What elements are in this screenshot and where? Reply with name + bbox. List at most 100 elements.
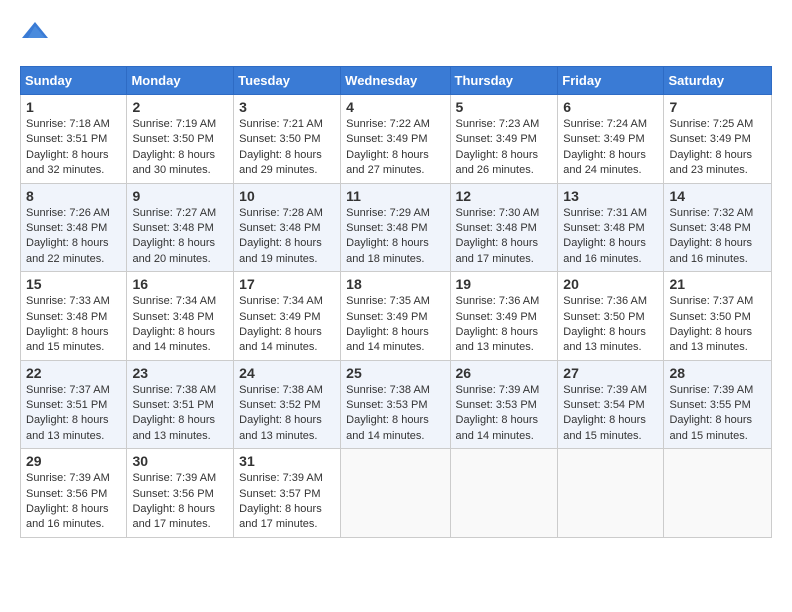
day-info: Sunrise: 7:38 AM Sunset: 3:51 PM Dayligh…	[132, 383, 228, 445]
day-cell: 2 Sunrise: 7:19 AM Sunset: 3:50 PM Dayli…	[127, 95, 234, 184]
day-cell: 12 Sunrise: 7:30 AM Sunset: 3:48 PM Dayl…	[450, 183, 558, 272]
logo-icon	[20, 20, 50, 50]
day-number: 1	[26, 99, 121, 115]
day-info: Sunrise: 7:26 AM Sunset: 3:48 PM Dayligh…	[26, 206, 121, 268]
day-number: 5	[456, 99, 553, 115]
day-number: 10	[239, 188, 335, 204]
day-number: 21	[669, 276, 766, 292]
day-cell: 16 Sunrise: 7:34 AM Sunset: 3:48 PM Dayl…	[127, 272, 234, 361]
day-info: Sunrise: 7:25 AM Sunset: 3:49 PM Dayligh…	[669, 117, 766, 179]
day-number: 19	[456, 276, 553, 292]
day-info: Sunrise: 7:28 AM Sunset: 3:48 PM Dayligh…	[239, 206, 335, 268]
day-info: Sunrise: 7:38 AM Sunset: 3:53 PM Dayligh…	[346, 383, 444, 445]
day-cell: 24 Sunrise: 7:38 AM Sunset: 3:52 PM Dayl…	[234, 360, 341, 449]
week-row-2: 8 Sunrise: 7:26 AM Sunset: 3:48 PM Dayli…	[21, 183, 772, 272]
day-number: 28	[669, 365, 766, 381]
day-cell: 29 Sunrise: 7:39 AM Sunset: 3:56 PM Dayl…	[21, 449, 127, 538]
day-cell: 27 Sunrise: 7:39 AM Sunset: 3:54 PM Dayl…	[558, 360, 664, 449]
day-cell: 22 Sunrise: 7:37 AM Sunset: 3:51 PM Dayl…	[21, 360, 127, 449]
day-header-friday: Friday	[558, 67, 664, 95]
day-cell: 18 Sunrise: 7:35 AM Sunset: 3:49 PM Dayl…	[341, 272, 450, 361]
day-cell	[450, 449, 558, 538]
day-info: Sunrise: 7:39 AM Sunset: 3:56 PM Dayligh…	[26, 471, 121, 533]
day-cell: 19 Sunrise: 7:36 AM Sunset: 3:49 PM Dayl…	[450, 272, 558, 361]
week-row-3: 15 Sunrise: 7:33 AM Sunset: 3:48 PM Dayl…	[21, 272, 772, 361]
day-info: Sunrise: 7:34 AM Sunset: 3:49 PM Dayligh…	[239, 294, 335, 356]
day-cell: 10 Sunrise: 7:28 AM Sunset: 3:48 PM Dayl…	[234, 183, 341, 272]
page-header	[20, 20, 772, 50]
day-number: 27	[563, 365, 658, 381]
day-cell: 15 Sunrise: 7:33 AM Sunset: 3:48 PM Dayl…	[21, 272, 127, 361]
day-header-tuesday: Tuesday	[234, 67, 341, 95]
day-cell: 28 Sunrise: 7:39 AM Sunset: 3:55 PM Dayl…	[664, 360, 772, 449]
day-cell: 11 Sunrise: 7:29 AM Sunset: 3:48 PM Dayl…	[341, 183, 450, 272]
day-cell: 13 Sunrise: 7:31 AM Sunset: 3:48 PM Dayl…	[558, 183, 664, 272]
day-info: Sunrise: 7:39 AM Sunset: 3:57 PM Dayligh…	[239, 471, 335, 533]
day-cell: 30 Sunrise: 7:39 AM Sunset: 3:56 PM Dayl…	[127, 449, 234, 538]
day-number: 2	[132, 99, 228, 115]
day-cell: 7 Sunrise: 7:25 AM Sunset: 3:49 PM Dayli…	[664, 95, 772, 184]
day-info: Sunrise: 7:19 AM Sunset: 3:50 PM Dayligh…	[132, 117, 228, 179]
day-info: Sunrise: 7:37 AM Sunset: 3:50 PM Dayligh…	[669, 294, 766, 356]
day-cell: 25 Sunrise: 7:38 AM Sunset: 3:53 PM Dayl…	[341, 360, 450, 449]
day-info: Sunrise: 7:33 AM Sunset: 3:48 PM Dayligh…	[26, 294, 121, 356]
day-info: Sunrise: 7:32 AM Sunset: 3:48 PM Dayligh…	[669, 206, 766, 268]
days-header-row: SundayMondayTuesdayWednesdayThursdayFrid…	[21, 67, 772, 95]
day-cell: 3 Sunrise: 7:21 AM Sunset: 3:50 PM Dayli…	[234, 95, 341, 184]
day-number: 13	[563, 188, 658, 204]
day-number: 14	[669, 188, 766, 204]
day-header-saturday: Saturday	[664, 67, 772, 95]
week-row-4: 22 Sunrise: 7:37 AM Sunset: 3:51 PM Dayl…	[21, 360, 772, 449]
calendar-body: 1 Sunrise: 7:18 AM Sunset: 3:51 PM Dayli…	[21, 95, 772, 538]
day-cell	[341, 449, 450, 538]
day-info: Sunrise: 7:30 AM Sunset: 3:48 PM Dayligh…	[456, 206, 553, 268]
day-info: Sunrise: 7:34 AM Sunset: 3:48 PM Dayligh…	[132, 294, 228, 356]
day-info: Sunrise: 7:18 AM Sunset: 3:51 PM Dayligh…	[26, 117, 121, 179]
day-cell: 20 Sunrise: 7:36 AM Sunset: 3:50 PM Dayl…	[558, 272, 664, 361]
day-header-sunday: Sunday	[21, 67, 127, 95]
day-cell: 5 Sunrise: 7:23 AM Sunset: 3:49 PM Dayli…	[450, 95, 558, 184]
day-info: Sunrise: 7:38 AM Sunset: 3:52 PM Dayligh…	[239, 383, 335, 445]
day-cell: 6 Sunrise: 7:24 AM Sunset: 3:49 PM Dayli…	[558, 95, 664, 184]
day-cell	[664, 449, 772, 538]
day-info: Sunrise: 7:39 AM Sunset: 3:55 PM Dayligh…	[669, 383, 766, 445]
day-number: 16	[132, 276, 228, 292]
day-number: 25	[346, 365, 444, 381]
day-number: 29	[26, 453, 121, 469]
day-info: Sunrise: 7:31 AM Sunset: 3:48 PM Dayligh…	[563, 206, 658, 268]
day-cell: 21 Sunrise: 7:37 AM Sunset: 3:50 PM Dayl…	[664, 272, 772, 361]
day-number: 24	[239, 365, 335, 381]
day-cell: 1 Sunrise: 7:18 AM Sunset: 3:51 PM Dayli…	[21, 95, 127, 184]
day-number: 4	[346, 99, 444, 115]
day-info: Sunrise: 7:22 AM Sunset: 3:49 PM Dayligh…	[346, 117, 444, 179]
day-info: Sunrise: 7:23 AM Sunset: 3:49 PM Dayligh…	[456, 117, 553, 179]
day-number: 30	[132, 453, 228, 469]
day-info: Sunrise: 7:35 AM Sunset: 3:49 PM Dayligh…	[346, 294, 444, 356]
day-number: 31	[239, 453, 335, 469]
day-header-monday: Monday	[127, 67, 234, 95]
day-number: 23	[132, 365, 228, 381]
day-cell: 26 Sunrise: 7:39 AM Sunset: 3:53 PM Dayl…	[450, 360, 558, 449]
day-info: Sunrise: 7:21 AM Sunset: 3:50 PM Dayligh…	[239, 117, 335, 179]
day-info: Sunrise: 7:27 AM Sunset: 3:48 PM Dayligh…	[132, 206, 228, 268]
week-row-5: 29 Sunrise: 7:39 AM Sunset: 3:56 PM Dayl…	[21, 449, 772, 538]
day-info: Sunrise: 7:29 AM Sunset: 3:48 PM Dayligh…	[346, 206, 444, 268]
day-header-wednesday: Wednesday	[341, 67, 450, 95]
day-number: 17	[239, 276, 335, 292]
day-cell: 9 Sunrise: 7:27 AM Sunset: 3:48 PM Dayli…	[127, 183, 234, 272]
day-number: 22	[26, 365, 121, 381]
day-number: 18	[346, 276, 444, 292]
day-number: 8	[26, 188, 121, 204]
day-info: Sunrise: 7:39 AM Sunset: 3:54 PM Dayligh…	[563, 383, 658, 445]
logo	[20, 20, 56, 50]
calendar-table: SundayMondayTuesdayWednesdayThursdayFrid…	[20, 66, 772, 538]
day-info: Sunrise: 7:24 AM Sunset: 3:49 PM Dayligh…	[563, 117, 658, 179]
day-cell: 31 Sunrise: 7:39 AM Sunset: 3:57 PM Dayl…	[234, 449, 341, 538]
day-number: 3	[239, 99, 335, 115]
week-row-1: 1 Sunrise: 7:18 AM Sunset: 3:51 PM Dayli…	[21, 95, 772, 184]
day-info: Sunrise: 7:39 AM Sunset: 3:56 PM Dayligh…	[132, 471, 228, 533]
day-info: Sunrise: 7:36 AM Sunset: 3:49 PM Dayligh…	[456, 294, 553, 356]
day-info: Sunrise: 7:37 AM Sunset: 3:51 PM Dayligh…	[26, 383, 121, 445]
day-cell: 17 Sunrise: 7:34 AM Sunset: 3:49 PM Dayl…	[234, 272, 341, 361]
day-number: 20	[563, 276, 658, 292]
